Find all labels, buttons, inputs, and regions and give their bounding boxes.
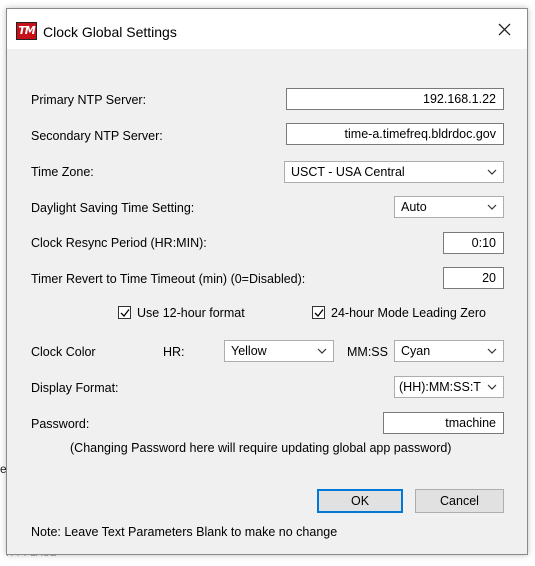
use-12-hour-checkbox[interactable] <box>118 306 131 319</box>
password-hint: (Changing Password here will require upd… <box>70 441 452 455</box>
dst-value: Auto <box>401 200 427 214</box>
hr-color-dropdown[interactable]: Yellow <box>224 340 334 362</box>
time-zone-label: Time Zone: <box>31 165 94 179</box>
close-button[interactable] <box>481 9 527 49</box>
display-format-dropdown[interactable]: (HH):MM:SS:T <box>394 376 504 398</box>
mmss-label: MM:SS <box>347 345 388 359</box>
cancel-button[interactable]: Cancel <box>415 489 504 513</box>
dst-dropdown[interactable]: Auto <box>394 196 504 218</box>
timer-revert-label: Timer Revert to Time Timeout (min) (0=Di… <box>31 272 306 286</box>
password-field[interactable]: tmachine <box>383 412 504 434</box>
mmss-color-dropdown[interactable]: Cyan <box>394 340 504 362</box>
primary-ntp-field[interactable]: 192.168.1.22 <box>286 88 504 110</box>
display-format-value: (HH):MM:SS:T <box>399 380 481 394</box>
app-logo-icon: TM <box>16 22 37 40</box>
password-label: Password: <box>31 417 90 431</box>
chevron-down-icon <box>487 169 497 175</box>
mmss-color-value: Cyan <box>401 344 431 358</box>
window-title: Clock Global Settings <box>43 24 177 40</box>
hr-label: HR: <box>163 345 185 359</box>
display-format-label: Display Format: <box>31 381 119 395</box>
close-icon <box>498 23 510 35</box>
leading-zero-checkbox[interactable] <box>312 306 325 319</box>
primary-ntp-label: Primary NTP Server: <box>31 93 147 107</box>
chevron-down-icon <box>317 348 327 354</box>
time-zone-dropdown[interactable]: USCT - USA Central <box>284 161 504 183</box>
title-bar: TM Clock Global Settings <box>7 9 527 49</box>
timer-revert-field[interactable]: 20 <box>443 267 504 289</box>
clock-color-label: Clock Color <box>31 345 96 359</box>
leading-zero-label: 24-hour Mode Leading Zero <box>331 306 486 320</box>
resync-period-label: Clock Resync Period (HR:MIN): <box>31 236 207 250</box>
time-zone-value: USCT - USA Central <box>291 165 405 179</box>
chevron-down-icon <box>487 384 497 390</box>
checkmark-icon <box>120 309 130 317</box>
ok-button[interactable]: OK <box>317 489 403 513</box>
chevron-down-icon <box>487 204 497 210</box>
use-12-hour-label: Use 12-hour format <box>137 306 245 320</box>
resync-period-field[interactable]: 0:10 <box>443 232 504 254</box>
checkmark-icon <box>314 309 324 317</box>
chevron-down-icon <box>487 348 497 354</box>
secondary-ntp-label: Secondary NTP Server: <box>31 129 163 143</box>
clock-global-settings-dialog: TM Clock Global Settings Primary NTP Ser… <box>6 8 528 555</box>
secondary-ntp-field[interactable]: time-a.timefreq.bldrdoc.gov <box>286 123 504 145</box>
dst-label: Daylight Saving Time Setting: <box>31 201 195 215</box>
note-text: Note: Leave Text Parameters Blank to mak… <box>31 525 338 539</box>
hr-color-value: Yellow <box>231 344 267 358</box>
